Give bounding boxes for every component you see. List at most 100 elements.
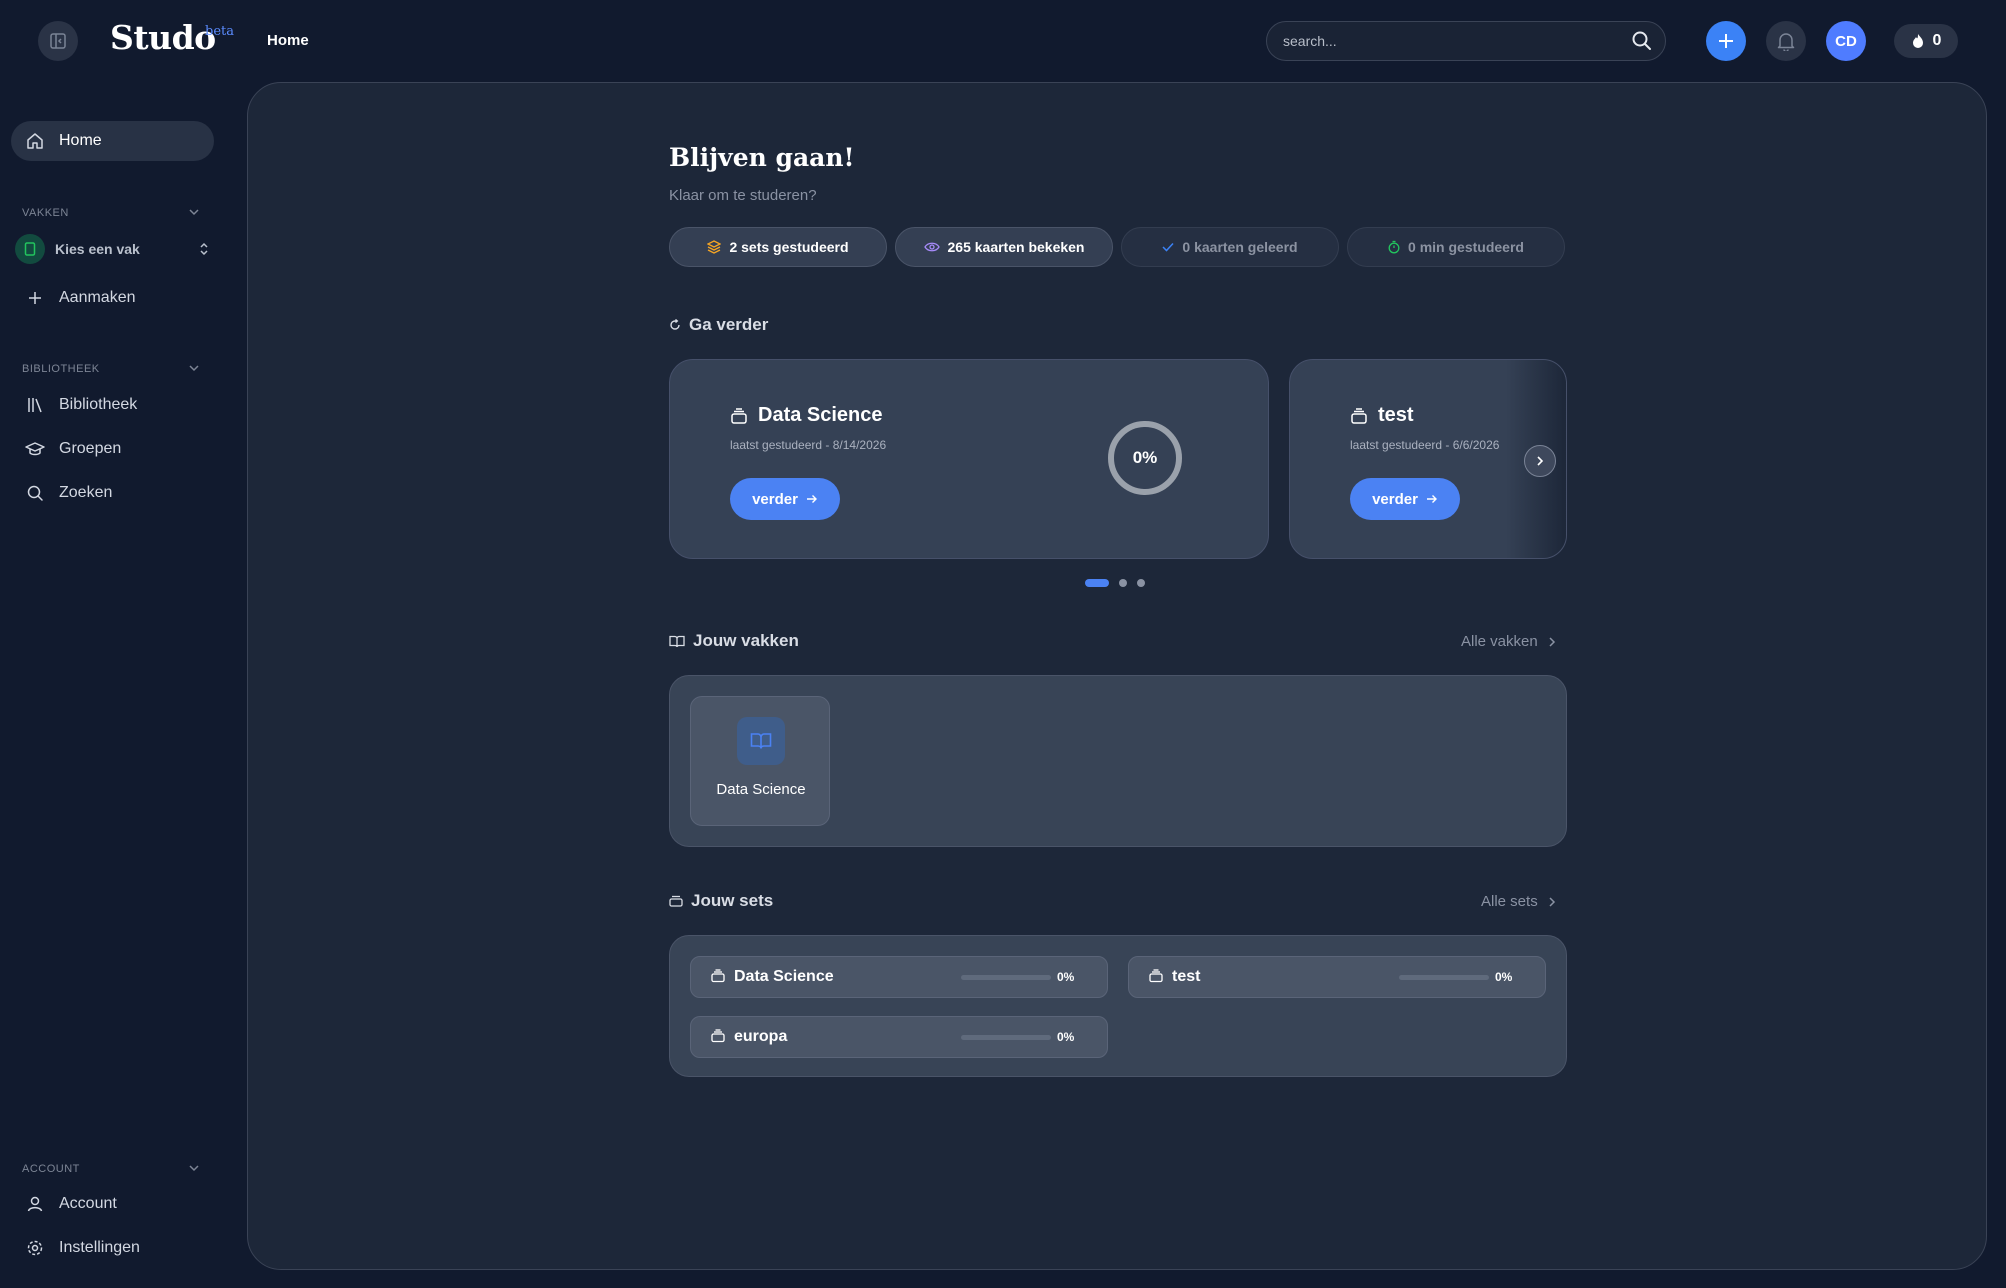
sidebar-item-account[interactable]: Account	[11, 1184, 214, 1224]
carousel-next-button[interactable]	[1524, 445, 1556, 477]
all-vakken-link-label: Alle vakken	[1461, 633, 1538, 650]
sidebar-item-label: Zoeken	[59, 484, 113, 501]
stat-sets-studied: 2 sets gestudeerd	[669, 227, 887, 267]
breadcrumb: Home	[267, 32, 309, 49]
search-icon[interactable]	[1631, 30, 1653, 52]
page-title: Blijven gaan!	[669, 143, 855, 172]
set-progress-label: 0%	[1495, 970, 1513, 984]
stat-label: 265 kaarten bekeken	[947, 239, 1085, 255]
set-row[interactable]: europa 0%	[690, 1016, 1108, 1058]
sidebar-collapse-icon	[50, 33, 66, 49]
sidebar-item-groups[interactable]: Groepen	[11, 429, 214, 469]
eye-icon	[923, 242, 940, 252]
carousel-dot[interactable]	[1119, 579, 1127, 587]
set-progress-bar	[1399, 975, 1489, 980]
sidebar-item-search[interactable]: Zoeken	[11, 473, 214, 513]
vakken-heading: Jouw vakken	[669, 631, 799, 651]
library-icon	[25, 395, 45, 415]
flame-icon	[1912, 34, 1923, 48]
set-stack-icon	[711, 1029, 725, 1043]
vak-tile-label: Data Science	[716, 781, 806, 798]
layers-icon	[707, 240, 722, 254]
all-vakken-link[interactable]: Alle vakken	[1461, 633, 1556, 650]
vak-select[interactable]: Kies een vak	[15, 233, 210, 265]
continue-button[interactable]: verder	[730, 478, 840, 520]
chevron-down-icon[interactable]	[188, 362, 200, 374]
user-icon	[25, 1194, 45, 1214]
chevron-down-icon[interactable]	[188, 1162, 200, 1174]
beta-badge: beta	[205, 24, 234, 39]
plus-icon	[25, 288, 45, 308]
sidebar-item-label: Instellingen	[59, 1239, 140, 1256]
section-label-library: BIBLIOTHEEK	[22, 363, 100, 375]
chevron-right-icon	[1549, 636, 1555, 647]
sidebar-item-label: Home	[59, 132, 102, 149]
refresh-icon	[670, 319, 680, 330]
search-input[interactable]	[1283, 22, 1613, 60]
stat-label: 2 sets gestudeerd	[729, 239, 849, 255]
sets-panel: Data Science 0% test 0% europa 0%	[669, 935, 1567, 1077]
chevron-right-icon	[1549, 896, 1555, 907]
vak-tile[interactable]: Data Science	[690, 696, 830, 826]
sidebar-item-label: Groepen	[59, 440, 122, 457]
set-row[interactable]: test 0%	[1128, 956, 1546, 998]
streak-count: 0	[1932, 32, 1942, 49]
stat-label: 0 kaarten geleerd	[1182, 239, 1298, 255]
top-bar: Studo beta Home CD 0	[0, 0, 2006, 82]
plus-icon	[1719, 34, 1733, 48]
streak-badge[interactable]: 0	[1894, 24, 1958, 58]
vakken-panel: Data Science	[669, 675, 1567, 847]
sidebar-item-library[interactable]: Bibliotheek	[11, 385, 214, 425]
stat-label: 0 min gestudeerd	[1408, 239, 1524, 255]
continue-button-label: verder	[1372, 490, 1418, 508]
continue-button[interactable]: verder	[1350, 478, 1460, 520]
search-icon	[25, 483, 45, 503]
sidebar-item-label: Bibliotheek	[59, 396, 138, 413]
last-studied-label: laatst gestudeerd - 8/14/2026	[730, 438, 887, 452]
chevron-updown-icon	[200, 242, 208, 256]
stat-cards-viewed: 265 kaarten bekeken	[895, 227, 1113, 267]
graduation-cap-icon	[25, 439, 45, 459]
set-row[interactable]: Data Science 0%	[690, 956, 1108, 998]
stat-minutes-studied: 0 min gestudeerd	[1347, 227, 1565, 267]
search-box	[1266, 21, 1666, 61]
sidebar-item-label: Aanmaken	[59, 289, 136, 306]
sets-heading-label: Jouw sets	[691, 891, 774, 910]
sidebar-toggle-button[interactable]	[38, 21, 78, 61]
carousel-dot[interactable]	[1085, 579, 1109, 587]
app-logo[interactable]: Studo	[110, 18, 216, 57]
sidebar-item-home[interactable]: Home	[11, 121, 214, 161]
notifications-button[interactable]	[1766, 21, 1806, 61]
chevron-right-icon	[1537, 456, 1544, 466]
home-icon	[25, 131, 45, 151]
sidebar-item-settings[interactable]: Instellingen	[11, 1228, 214, 1268]
continue-card-title-text: Data Science	[758, 404, 883, 426]
open-book-icon	[737, 717, 785, 765]
chevron-down-icon[interactable]	[188, 206, 200, 218]
arrow-right-icon	[1426, 495, 1437, 503]
carousel-dot[interactable]	[1137, 579, 1145, 587]
set-stack-icon	[711, 969, 725, 983]
all-sets-link-label: Alle sets	[1481, 893, 1538, 910]
sidebar-item-create[interactable]: Aanmaken	[11, 278, 214, 318]
continue-card[interactable]: Data Science laatst gestudeerd - 8/14/20…	[669, 359, 1269, 559]
user-avatar[interactable]: CD	[1826, 21, 1866, 61]
check-icon	[1162, 242, 1174, 252]
all-sets-link[interactable]: Alle sets	[1481, 893, 1556, 910]
continue-button-label: verder	[752, 490, 798, 508]
stat-cards-learned: 0 kaarten geleerd	[1121, 227, 1339, 267]
set-progress-label: 0%	[1057, 970, 1075, 984]
vakken-heading-label: Jouw vakken	[693, 631, 799, 650]
create-button[interactable]	[1706, 21, 1746, 61]
progress-ring: 0%	[1108, 421, 1182, 495]
section-label-vakken: VAKKEN	[22, 207, 69, 219]
set-progress-label: 0%	[1057, 1030, 1075, 1044]
timer-icon	[1388, 240, 1400, 254]
main-content: Blijven gaan! Klaar om te studeren? 2 se…	[247, 82, 1987, 1270]
continue-card-title-text: test	[1378, 404, 1414, 426]
gear-icon	[25, 1238, 45, 1258]
set-progress-bar	[961, 975, 1051, 980]
sidebar: Home VAKKEN Kies een vak Aanmaken BIBLIO…	[0, 82, 245, 1288]
vak-select-label: Kies een vak	[55, 241, 140, 257]
continue-heading-label: Ga verder	[689, 315, 769, 334]
